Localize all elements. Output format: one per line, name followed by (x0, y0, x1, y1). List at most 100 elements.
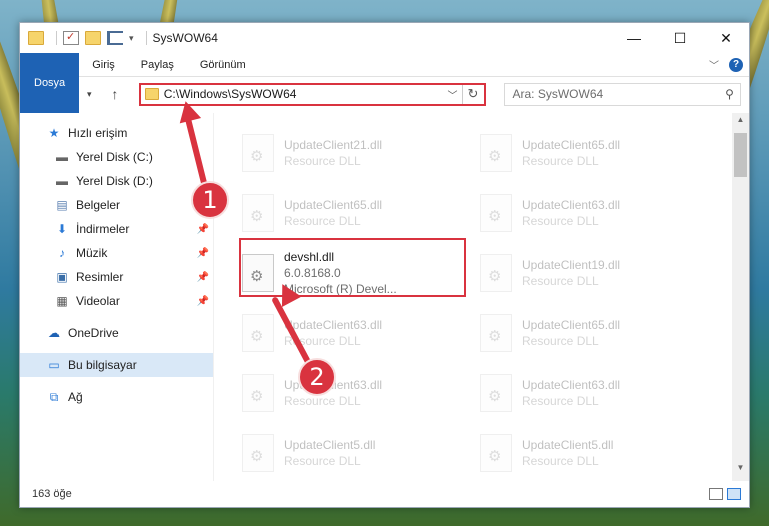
sidebar-item-network[interactable]: ⧉ Ağ (20, 385, 213, 409)
sidebar-item-label: OneDrive (68, 326, 119, 340)
drive-icon: ▬ (56, 174, 68, 188)
divider (145, 31, 147, 45)
sidebar-item-label: Ağ (68, 390, 83, 404)
dll-file-icon (480, 194, 512, 232)
pin-icon[interactable]: 📌 (197, 224, 209, 235)
chevron-down-icon[interactable]: ﹀ (444, 87, 462, 102)
dll-file-icon (242, 134, 274, 172)
sidebar-item-label: Müzik (76, 246, 108, 260)
video-icon: ▦ (56, 294, 68, 308)
minimize-button[interactable]: — (611, 23, 657, 53)
sidebar-item-quick-access[interactable]: ★ Hızlı erişim (20, 121, 213, 145)
computer-icon: ▭ (48, 358, 60, 372)
sidebar-item-pictures[interactable]: ▣ Resimler 📌 (20, 265, 213, 289)
title-bar: ▾ SysWOW64 — ☐ ✕ (20, 23, 749, 53)
list-item[interactable]: UpdateClient19.dllResource DLL (478, 243, 716, 303)
pin-icon[interactable]: 📌 (197, 248, 209, 259)
sidebar-item-label: Bu bilgisayar (68, 358, 137, 372)
new-folder-icon[interactable] (85, 31, 101, 45)
sidebar-item-label: Yerel Disk (C:) (76, 150, 153, 164)
refresh-button[interactable]: ↻ (461, 84, 484, 104)
up-button[interactable]: ↑ (105, 86, 125, 102)
properties-check-icon[interactable] (63, 30, 79, 45)
large-icons-view-icon[interactable] (727, 488, 741, 500)
pin-icon[interactable]: 📌 (197, 272, 209, 283)
chevron-down-icon[interactable]: ▾ (129, 33, 134, 44)
recent-locations-button[interactable]: ▾ (79, 89, 99, 100)
sidebar-item-this-pc[interactable]: ▭ Bu bilgisayar (20, 353, 213, 377)
sidebar-item-label: Belgeler (76, 198, 121, 212)
dll-file-icon (242, 314, 274, 352)
tab-view[interactable]: Görünüm (187, 53, 259, 76)
sidebar-item-music[interactable]: ♪ Müzik 📌 (20, 241, 213, 265)
search-placeholder: Ara: SysWOW64 (512, 87, 604, 101)
pin-icon[interactable]: 📌 (197, 296, 209, 307)
sidebar-item-documents[interactable]: ▤ Belgeler (20, 193, 213, 217)
sidebar-item-label: İndirmeler (76, 222, 130, 236)
list-item[interactable]: UpdateClient5.dllResource DLL (240, 423, 478, 483)
folder-icon (144, 88, 159, 100)
close-button[interactable]: ✕ (703, 23, 749, 53)
list-item[interactable]: UpdateClient5.dllResource DLL (478, 423, 716, 483)
network-icon: ⧉ (49, 389, 59, 404)
sidebar-item-downloads[interactable]: ⬇ İndirmeler 📌 (20, 217, 213, 241)
search-icon[interactable]: ⚲ (725, 87, 734, 101)
address-path[interactable]: C:\Windows\SysWOW64 (164, 87, 297, 101)
main-area: ★ Hızlı erişim ▬ Yerel Disk (C:) ▬ Yerel… (20, 113, 749, 481)
scroll-down-icon[interactable]: ▼ (732, 463, 749, 479)
pictures-icon: ▣ (56, 270, 68, 284)
dll-file-icon (242, 194, 274, 232)
list-item[interactable]: UpdateClient65.dllResource DLL (240, 183, 478, 243)
customize-toolbar-icon[interactable] (107, 31, 123, 45)
scrollbar-thumb[interactable] (734, 133, 747, 177)
dll-file-icon (480, 374, 512, 412)
sidebar-item-local-disk-d[interactable]: ▬ Yerel Disk (D:) (20, 169, 213, 193)
list-item[interactable]: UpdateClient63.dllResource DLL (240, 363, 478, 423)
sidebar-item-label: Resimler (76, 270, 124, 284)
sidebar-item-label: Videolar (76, 294, 120, 308)
sidebar-item-label: Hızlı erişim (68, 126, 128, 140)
list-item[interactable]: UpdateClient65.dllResource DLL (478, 303, 716, 363)
vertical-scrollbar[interactable]: ▲ ▼ (732, 113, 749, 481)
window-title: SysWOW64 (152, 31, 218, 45)
star-icon: ★ (48, 126, 60, 140)
search-input[interactable]: Ara: SysWOW64 ⚲ (503, 82, 741, 106)
step-badge-1: 1 (191, 181, 229, 219)
divider (56, 31, 57, 45)
dll-file-icon (242, 374, 274, 412)
dll-file-icon (242, 434, 274, 472)
step-badge-2: 2 (298, 358, 336, 396)
dll-file-icon (480, 254, 512, 292)
dll-file-icon (480, 134, 512, 172)
music-icon: ♪ (59, 246, 65, 260)
sidebar-item-onedrive[interactable]: ☁ OneDrive (20, 321, 213, 345)
list-item[interactable]: UpdateClient63.dllResource DLL (478, 363, 716, 423)
expand-ribbon-icon[interactable]: ﹀ (709, 57, 719, 72)
tab-file[interactable]: Dosya (20, 53, 80, 113)
window-controls: — ☐ ✕ (611, 23, 749, 53)
list-item[interactable]: UpdateClient63.dllResource DLL (240, 303, 478, 363)
tab-share[interactable]: Paylaş (128, 53, 187, 76)
ribbon-tabs: Dosya Giriş Paylaş Görünüm ﹀ ? (20, 53, 749, 113)
download-icon: ⬇ (56, 222, 68, 236)
list-item[interactable]: UpdateClient65.dllResource DLL (478, 123, 716, 183)
dll-file-icon (480, 434, 512, 472)
maximize-button[interactable]: ☐ (657, 23, 703, 53)
navigation-bar: ← → ▾ ↑ C:\Windows\SysWOW64 ﹀ ↻ Ara: Sys… (20, 77, 749, 111)
item-count: 163 öğe (32, 488, 72, 500)
navigation-pane: ★ Hızlı erişim ▬ Yerel Disk (C:) ▬ Yerel… (20, 113, 214, 481)
status-bar: 163 öğe (20, 481, 749, 507)
drive-icon: ▬ (56, 150, 68, 164)
documents-icon: ▤ (56, 198, 68, 212)
list-item[interactable]: UpdateClient63.dllResource DLL (478, 183, 716, 243)
sidebar-item-local-disk-c[interactable]: ▬ Yerel Disk (C:) (20, 145, 213, 169)
details-view-icon[interactable] (709, 488, 723, 500)
tab-home[interactable]: Giriş (79, 53, 128, 76)
sidebar-item-videos[interactable]: ▦ Videolar 📌 (20, 289, 213, 313)
dll-file-icon (480, 314, 512, 352)
cloud-icon: ☁ (48, 326, 60, 340)
scroll-up-icon[interactable]: ▲ (732, 115, 749, 131)
help-icon[interactable]: ? (729, 57, 743, 72)
list-item[interactable]: UpdateClient21.dllResource DLL (240, 123, 478, 183)
folder-icon (28, 31, 44, 45)
